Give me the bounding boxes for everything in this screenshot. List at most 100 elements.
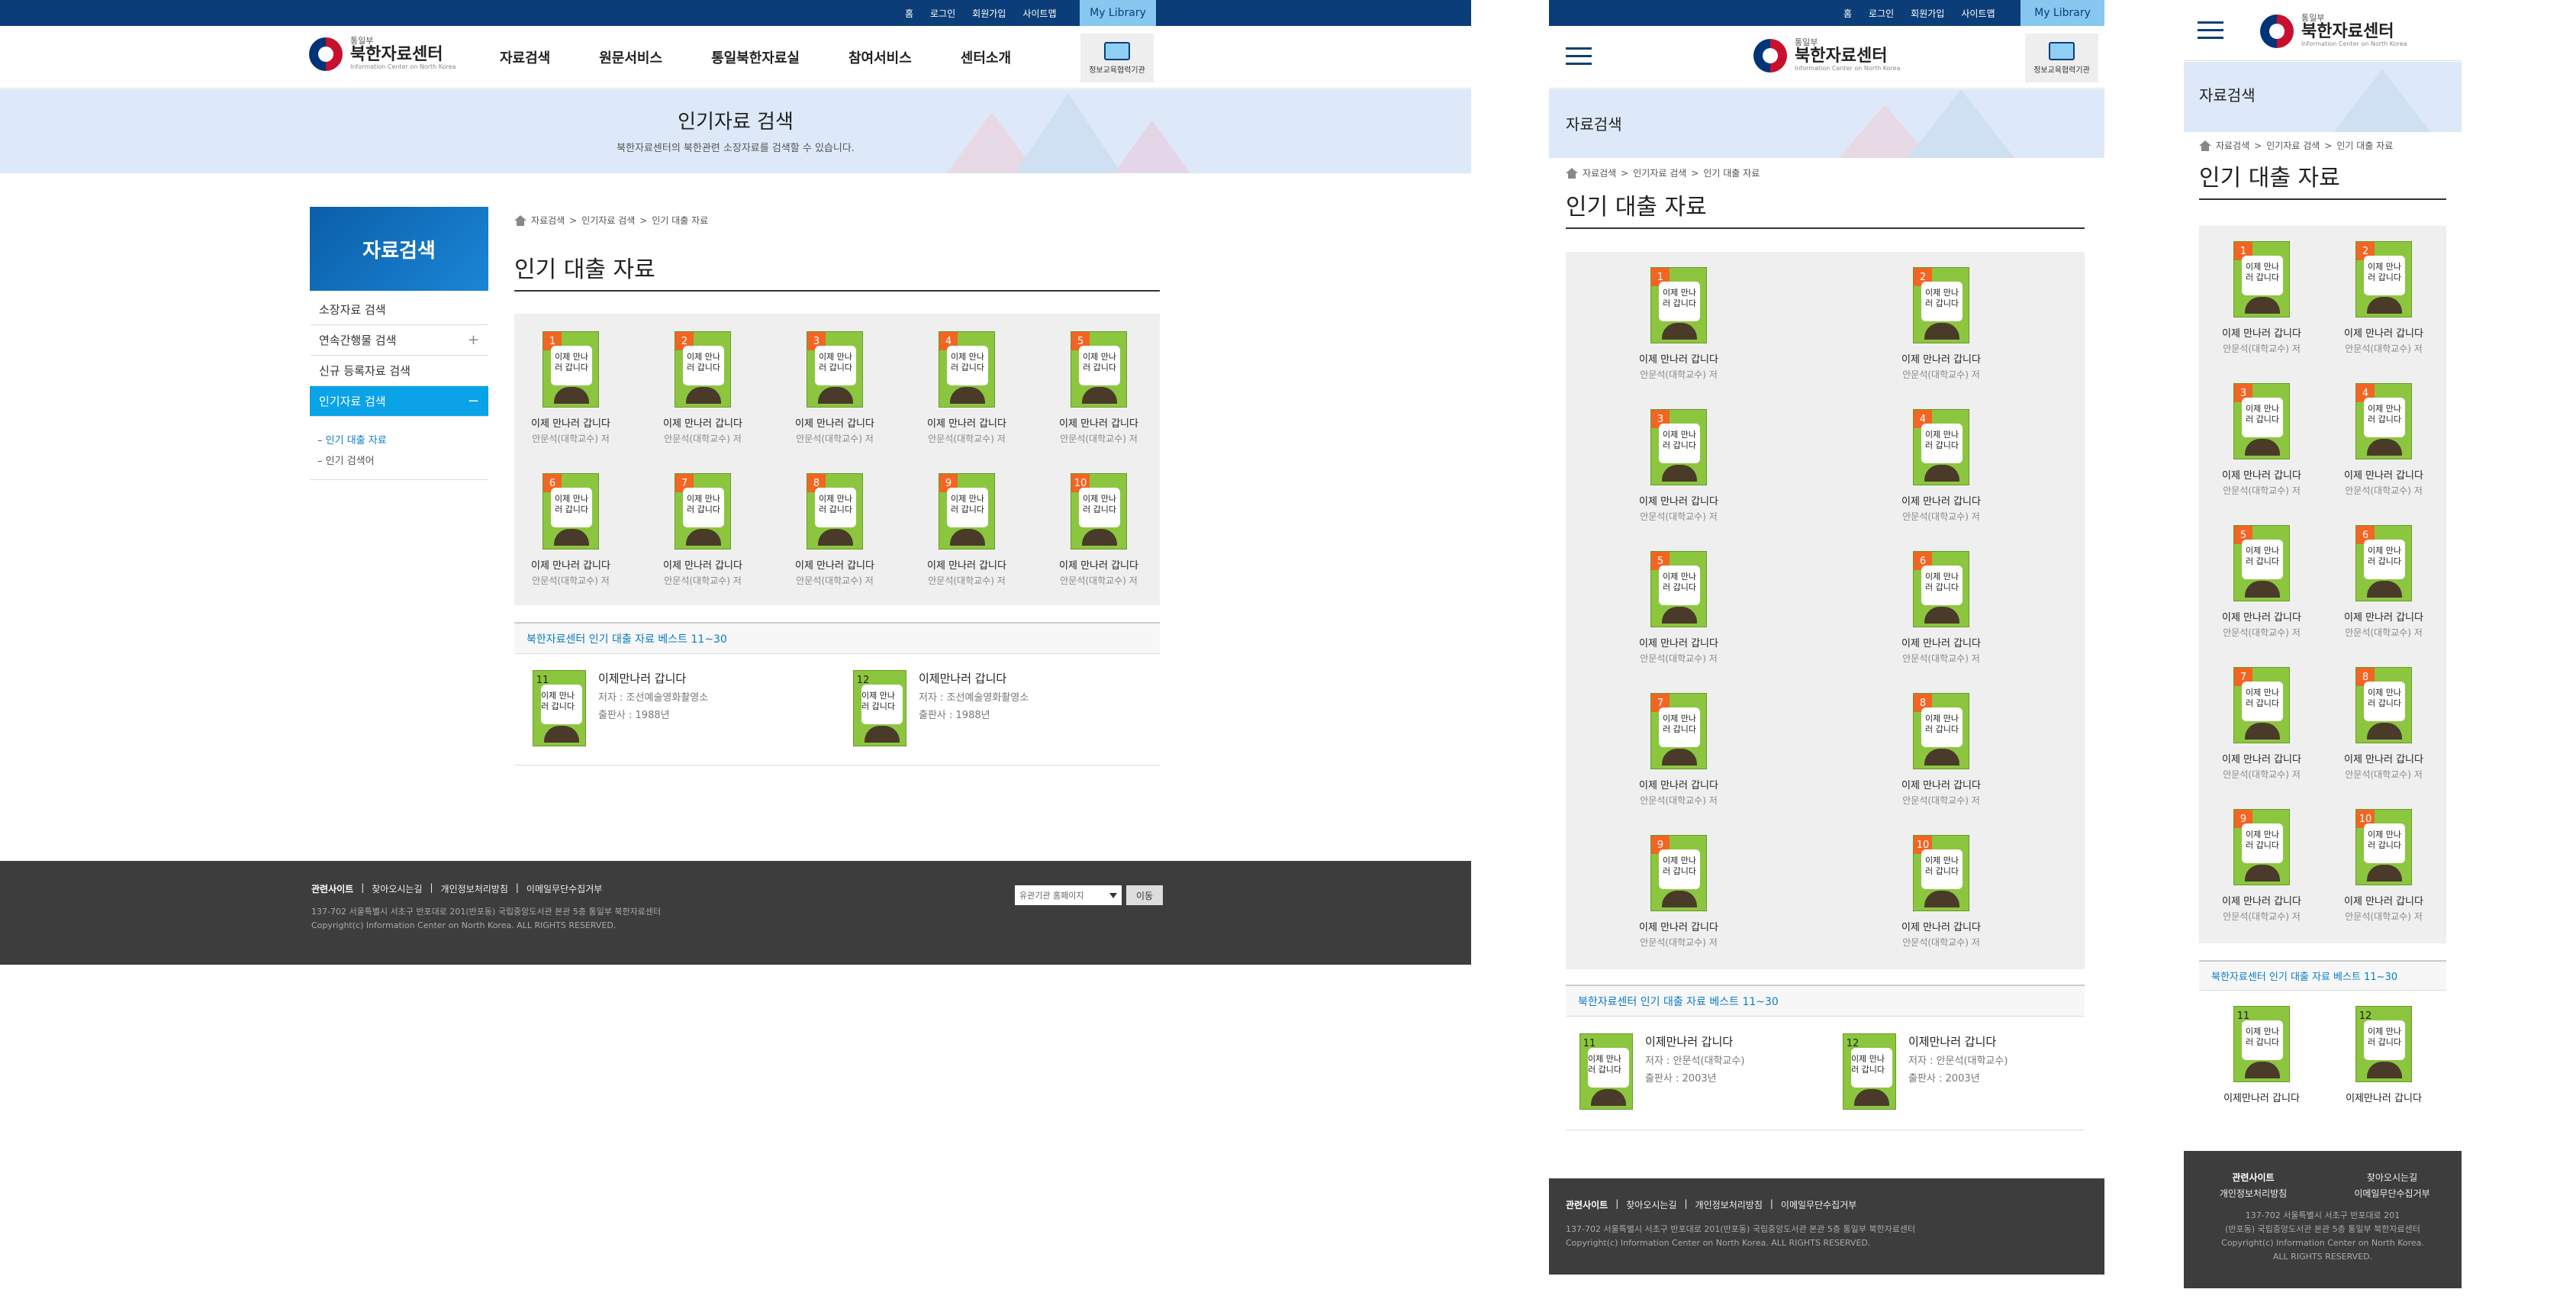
gnb-about[interactable]: 센터소개 [961, 47, 1011, 67]
book-item[interactable]: 10 이제 만나러 갑니다 이제 만나러 갑니다 안문석(대학교수) 저 [1895, 835, 1987, 949]
book-cover[interactable]: 5 이제 만나러 갑니다 [1650, 551, 1707, 627]
book-cover[interactable]: 10 이제 만나러 갑니다 [1913, 835, 1969, 911]
gnb-search[interactable]: 자료검색 [500, 47, 550, 67]
book-item[interactable]: 5 이제 만나러 갑니다 이제 만나러 갑니다 안문석(대학교수) 저 [1633, 551, 1724, 665]
gnb-original[interactable]: 원문서비스 [599, 47, 662, 67]
book-cover[interactable]: 4 이제 만나러 갑니다 [1913, 409, 1969, 485]
book-item[interactable]: 10 이제 만나러 갑니다 이제 만나러 갑니다 안문석(대학교수) 저 [2338, 809, 2429, 923]
best-item[interactable]: 12 이제 만나러 갑니다 이제만나러 갑니다 저자 : 조선예술영화촬영소 출판… [853, 670, 1029, 746]
book-cover[interactable]: 5 이제 만나러 갑니다 [1071, 331, 1127, 408]
book-title[interactable]: 이제 만나러 갑니다 [1053, 557, 1145, 572]
book-item[interactable]: 3 이제 만나러 갑니다 이제 만나러 갑니다 안문석(대학교수) 저 [1633, 409, 1724, 523]
util-join[interactable]: 회원가입 [1911, 7, 1944, 20]
book-title[interactable]: 이제 만나러 갑니다 [525, 557, 617, 572]
book-cover[interactable]: 5 이제 만나러 갑니다 [2233, 525, 2290, 601]
book-item[interactable]: 7 이제 만나러 갑니다 이제 만나러 갑니다 안문석(대학교수) 저 [657, 473, 749, 587]
home-icon[interactable] [514, 214, 526, 226]
home-icon[interactable] [2199, 140, 2211, 151]
bc-item[interactable]: 인기자료 검색 [1633, 166, 1686, 179]
footer-link[interactable]: 개인정보처리방침 [1695, 1198, 1763, 1211]
best-item[interactable]: 12 이제 만나러 갑니다 이제만나러 갑니다 [2338, 1006, 2429, 1104]
logo[interactable]: 통일부 북한자료센터 Information Center on North K… [1753, 37, 1900, 73]
notebook-badge[interactable]: 정보교육협력기관 [1080, 34, 1154, 82]
book-title[interactable]: 이제 만나러 갑니다 [525, 415, 617, 430]
menu-icon[interactable] [1566, 47, 1592, 66]
best-item[interactable]: 11 이제 만나러 갑니다 이제만나러 갑니다 저자 : 조선예술영화촬영소 출판… [533, 670, 708, 746]
book-title[interactable]: 이제 만나러 갑니다 [1895, 351, 1987, 366]
best-item[interactable]: 12 이제 만나러 갑니다 이제만나러 갑니다 저자 : 안문석(대학교수) 출판… [1843, 1033, 2008, 1110]
bc-item[interactable]: 자료검색 [2216, 139, 2249, 152]
book-item[interactable]: 8 이제 만나러 갑니다 이제 만나러 갑니다 안문석(대학교수) 저 [789, 473, 881, 587]
lnb-item-new[interactable]: 신규 등록자료 검색 [310, 356, 488, 386]
book-title[interactable]: 이제 만나러 갑니다 [2338, 467, 2429, 482]
book-cover[interactable]: 4 이제 만나러 갑니다 [2355, 383, 2412, 459]
best-title[interactable]: 이제만나러 갑니다 [1908, 1033, 2008, 1049]
book-item[interactable]: 1 이제 만나러 갑니다 이제 만나러 갑니다 안문석(대학교수) 저 [1633, 267, 1724, 381]
lnb-sub-popular-loans[interactable]: – 인기 대출 자료 [317, 432, 387, 446]
book-item[interactable]: 6 이제 만나러 갑니다 이제 만나러 갑니다 안문석(대학교수) 저 [1895, 551, 1987, 665]
book-item[interactable]: 2 이제 만나러 갑니다 이제 만나러 갑니다 안문석(대학교수) 저 [1895, 267, 1987, 381]
footer-link[interactable]: 이메일무단수집거부 [1781, 1198, 1856, 1211]
book-item[interactable]: 8 이제 만나러 갑니다 이제 만나러 갑니다 안문석(대학교수) 저 [1895, 693, 1987, 807]
util-login[interactable]: 로그인 [930, 7, 955, 20]
book-title[interactable]: 이제 만나러 갑니다 [2338, 751, 2429, 765]
book-cover[interactable]: 3 이제 만나러 갑니다 [2233, 383, 2290, 459]
footer-link[interactable]: 찾아오시는길 [2323, 1171, 2462, 1184]
book-cover[interactable]: 2 이제 만나러 갑니다 [675, 331, 731, 408]
book-item[interactable]: 1 이제 만나러 갑니다 이제 만나러 갑니다 안문석(대학교수) 저 [525, 331, 617, 445]
gnb-library[interactable]: 통일북한자료실 [711, 47, 800, 67]
book-title[interactable]: 이제 만나러 갑니다 [2216, 609, 2307, 624]
book-cover[interactable]: 1 이제 만나러 갑니다 [1650, 267, 1707, 343]
book-item[interactable]: 4 이제 만나러 갑니다 이제 만나러 갑니다 안문석(대학교수) 저 [2338, 383, 2429, 497]
footer-link[interactable]: 관련사이트 [1566, 1198, 1608, 1211]
book-cover[interactable]: 9 이제 만나러 갑니다 [2233, 809, 2290, 885]
book-cover[interactable]: 8 이제 만나러 갑니다 [807, 473, 863, 550]
book-title[interactable]: 이제 만나러 갑니다 [1633, 493, 1724, 508]
util-home[interactable]: 홈 [1843, 7, 1852, 20]
book-cover[interactable]: 8 이제 만나러 갑니다 [2355, 667, 2412, 743]
bc-item[interactable]: 자료검색 [1583, 166, 1616, 179]
lnb-item-collection[interactable]: 소장자료 검색 [310, 295, 488, 325]
lnb-item-popular[interactable]: 인기자료 검색 − [310, 386, 488, 417]
book-title[interactable]: 이제 만나러 갑니다 [1633, 919, 1724, 933]
notebook-badge[interactable]: 정보교육협력기관 [2025, 34, 2098, 82]
best-title[interactable]: 이제만나러 갑니다 [1645, 1033, 1744, 1049]
book-item[interactable]: 6 이제 만나러 갑니다 이제 만나러 갑니다 안문석(대학교수) 저 [2338, 525, 2429, 639]
home-icon[interactable] [1566, 167, 1578, 179]
util-login[interactable]: 로그인 [1869, 7, 1894, 20]
book-cover[interactable]: 10 이제 만나러 갑니다 [2355, 809, 2412, 885]
book-cover[interactable]: 9 이제 만나러 갑니다 [939, 473, 995, 550]
book-item[interactable]: 9 이제 만나러 갑니다 이제 만나러 갑니다 안문석(대학교수) 저 [921, 473, 1013, 587]
book-cover[interactable]: 2 이제 만나러 갑니다 [1913, 267, 1969, 343]
best-item[interactable]: 11 이제 만나러 갑니다 이제만나러 갑니다 저자 : 안문석(대학교수) 출판… [1579, 1033, 1744, 1110]
book-item[interactable]: 5 이제 만나러 갑니다 이제 만나러 갑니다 안문석(대학교수) 저 [1053, 331, 1145, 445]
family-site-go-button[interactable]: 이동 [1126, 885, 1163, 905]
lnb-item-serial[interactable]: 연속간행물 검색 + [310, 325, 488, 356]
book-title[interactable]: 이제 만나러 갑니다 [2216, 325, 2307, 340]
footer-link[interactable]: 개인정보처리방침 [441, 882, 508, 895]
book-item[interactable]: 6 이제 만나러 갑니다 이제 만나러 갑니다 안문석(대학교수) 저 [525, 473, 617, 587]
footer-link[interactable]: 관련사이트 [311, 882, 353, 895]
book-title[interactable]: 이제 만나러 갑니다 [921, 557, 1013, 572]
bc-item[interactable]: 자료검색 [531, 214, 565, 227]
bc-item[interactable]: 인기자료 검색 [581, 214, 635, 227]
book-title[interactable]: 이제 만나러 갑니다 [1895, 919, 1987, 933]
util-sitemap[interactable]: 사이트맵 [1961, 7, 1995, 20]
book-item[interactable]: 5 이제 만나러 갑니다 이제 만나러 갑니다 안문석(대학교수) 저 [2216, 525, 2307, 639]
book-title[interactable]: 이제 만나러 갑니다 [789, 415, 881, 430]
book-title[interactable]: 이제 만나러 갑니다 [1633, 351, 1724, 366]
book-item[interactable]: 10 이제 만나러 갑니다 이제 만나러 갑니다 안문석(대학교수) 저 [1053, 473, 1145, 587]
footer-link[interactable]: 찾아오시는길 [1626, 1198, 1676, 1211]
book-title[interactable]: 이제 만나러 갑니다 [2216, 893, 2307, 907]
book-title[interactable]: 이제 만나러 갑니다 [1633, 777, 1724, 791]
book-cover[interactable]: 9 이제 만나러 갑니다 [1650, 835, 1707, 911]
book-item[interactable]: 2 이제 만나러 갑니다 이제 만나러 갑니다 안문석(대학교수) 저 [657, 331, 749, 445]
logo[interactable]: 통일부 북한자료센터 Information Center on North K… [309, 36, 456, 71]
book-item[interactable]: 3 이제 만나러 갑니다 이제 만나러 갑니다 안문석(대학교수) 저 [2216, 383, 2307, 497]
book-cover[interactable]: 6 이제 만나러 갑니다 [2355, 525, 2412, 601]
book-cover[interactable]: 1 이제 만나러 갑니다 [543, 331, 599, 408]
book-title[interactable]: 이제 만나러 갑니다 [1895, 635, 1987, 649]
util-sitemap[interactable]: 사이트맵 [1022, 7, 1056, 20]
best-title[interactable]: 이제만나러 갑니다 [2338, 1090, 2429, 1104]
book-cover[interactable]: 8 이제 만나러 갑니다 [1913, 693, 1969, 769]
